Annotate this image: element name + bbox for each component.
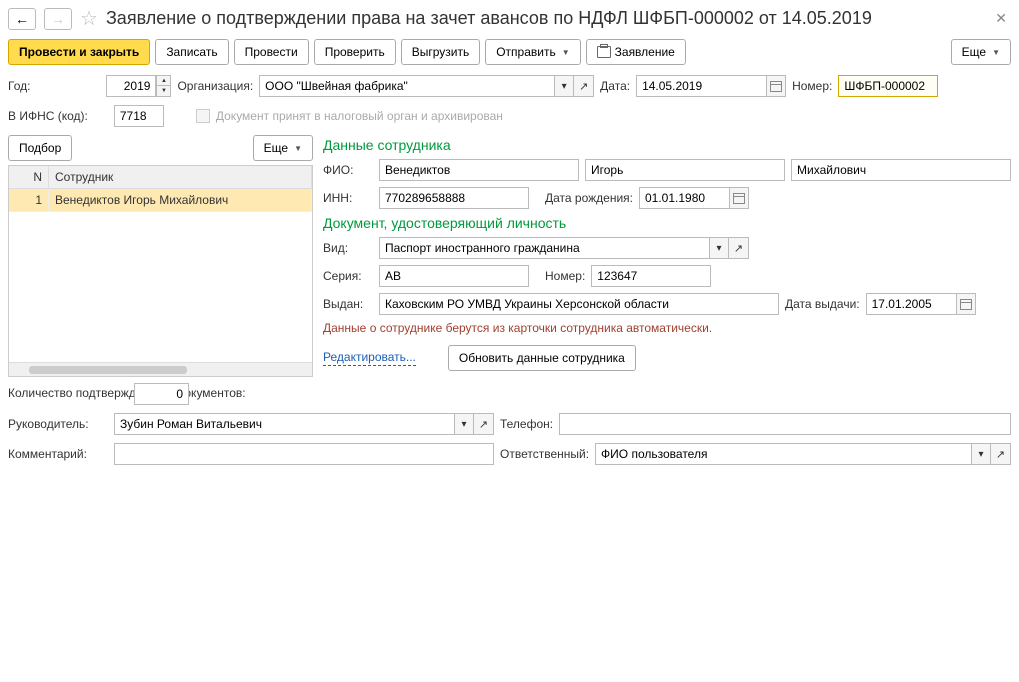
col-header-employee[interactable]: Сотрудник [49, 166, 312, 188]
doc-series-label: Серия: [323, 269, 373, 283]
archived-checkbox [196, 109, 210, 123]
horizontal-scrollbar[interactable] [9, 362, 312, 376]
nav-back-button[interactable]: ← [8, 8, 36, 30]
favorite-star-icon[interactable]: ☆ [80, 6, 98, 31]
date-input[interactable] [636, 75, 766, 97]
doc-issued-label: Выдан: [323, 297, 373, 311]
manager-open-button[interactable]: ↗ [474, 413, 494, 435]
doc-kind-dropdown-button[interactable]: ▾ [709, 237, 729, 259]
print-declaration-button[interactable]: Заявление [586, 39, 686, 65]
calendar-icon [960, 299, 972, 310]
firstname-input[interactable] [585, 159, 785, 181]
autodata-note: Данные о сотруднике берутся из карточки … [323, 321, 1011, 335]
ifns-input[interactable] [114, 105, 164, 127]
number-input[interactable] [838, 75, 938, 97]
doccount-label: Количество подтверждающих документов: [8, 386, 128, 402]
birth-label: Дата рождения: [545, 191, 633, 205]
save-button[interactable]: Записать [155, 39, 228, 65]
comment-input[interactable] [114, 443, 494, 465]
year-label: Год: [8, 79, 30, 93]
chevron-down-icon: ▼ [562, 48, 570, 57]
chevron-down-icon: ▼ [992, 48, 1000, 57]
open-icon: ↗ [479, 418, 488, 431]
manager-input[interactable] [114, 413, 454, 435]
doc-number-label: Номер: [545, 269, 585, 283]
open-icon: ↗ [579, 80, 588, 93]
middlename-input[interactable] [791, 159, 1011, 181]
check-button[interactable]: Проверить [314, 39, 396, 65]
send-button-label: Отправить [496, 45, 556, 59]
year-down-button[interactable]: ▼ [156, 86, 171, 97]
chevron-down-icon: ▼ [294, 144, 302, 153]
responsible-dropdown-button[interactable]: ▾ [971, 443, 991, 465]
date-label: Дата: [600, 79, 630, 93]
post-and-close-button[interactable]: Провести и закрыть [8, 39, 150, 65]
doc-issue-date-input[interactable] [866, 293, 956, 315]
doc-issue-date-label: Дата выдачи: [785, 297, 860, 311]
table-row[interactable]: 1 Венедиктов Игорь Михайлович [9, 189, 312, 212]
more-button-label: Еще [962, 45, 986, 59]
nav-forward-button[interactable]: → [44, 8, 72, 30]
print-declaration-label: Заявление [615, 45, 675, 59]
birth-input[interactable] [639, 187, 729, 209]
send-button[interactable]: Отправить ▼ [485, 39, 580, 65]
phone-label: Телефон: [500, 417, 553, 431]
date-calendar-button[interactable] [766, 75, 786, 97]
responsible-label: Ответственный: [500, 447, 589, 461]
year-up-button[interactable]: ▲ [156, 75, 171, 86]
row-employee: Венедиктов Игорь Михайлович [49, 189, 312, 211]
iddoc-section-title: Документ, удостоверяющий личность [323, 215, 1011, 231]
doccount-input[interactable] [134, 383, 189, 405]
fio-label: ФИО: [323, 163, 373, 177]
calendar-icon [770, 81, 782, 92]
lastname-input[interactable] [379, 159, 579, 181]
manager-label: Руководитель: [8, 417, 108, 431]
ifns-label: В ИФНС (код): [8, 109, 88, 123]
inn-input[interactable] [379, 187, 529, 209]
post-button[interactable]: Провести [234, 39, 309, 65]
org-input[interactable] [259, 75, 554, 97]
org-label: Организация: [177, 79, 253, 93]
open-icon: ↗ [996, 448, 1005, 461]
doc-kind-open-button[interactable]: ↗ [729, 237, 749, 259]
responsible-input[interactable] [595, 443, 971, 465]
inn-label: ИНН: [323, 191, 373, 205]
employees-grid[interactable]: N Сотрудник 1 Венедиктов Игорь Михайлови… [8, 165, 313, 377]
col-header-number[interactable]: N [9, 166, 49, 188]
org-open-button[interactable]: ↗ [574, 75, 594, 97]
calendar-icon [733, 193, 745, 204]
row-number: 1 [9, 189, 49, 211]
edit-link[interactable]: Редактировать... [323, 350, 416, 366]
more-button[interactable]: Еще ▼ [951, 39, 1011, 65]
manager-dropdown-button[interactable]: ▾ [454, 413, 474, 435]
pick-button[interactable]: Подбор [8, 135, 72, 161]
open-icon: ↗ [734, 242, 743, 255]
comment-label: Комментарий: [8, 447, 108, 461]
responsible-open-button[interactable]: ↗ [991, 443, 1011, 465]
phone-input[interactable] [559, 413, 1011, 435]
doc-kind-label: Вид: [323, 241, 373, 255]
birth-calendar-button[interactable] [729, 187, 749, 209]
year-input[interactable] [106, 75, 156, 97]
refresh-employee-button[interactable]: Обновить данные сотрудника [448, 345, 636, 371]
doc-kind-input[interactable] [379, 237, 709, 259]
window-title: Заявление о подтверждении права на зачет… [106, 8, 983, 29]
org-dropdown-button[interactable]: ▾ [554, 75, 574, 97]
number-label: Номер: [792, 79, 832, 93]
export-button[interactable]: Выгрузить [401, 39, 481, 65]
doc-series-input[interactable] [379, 265, 529, 287]
grid-more-button[interactable]: Еще ▼ [253, 135, 313, 161]
doc-issued-input[interactable] [379, 293, 779, 315]
printer-icon [597, 46, 611, 58]
doc-issue-date-calendar-button[interactable] [956, 293, 976, 315]
close-icon[interactable]: ✕ [991, 8, 1011, 29]
grid-more-label: Еще [264, 141, 288, 155]
doc-number-input[interactable] [591, 265, 711, 287]
archived-label: Документ принят в налоговый орган и архи… [216, 109, 503, 123]
employee-section-title: Данные сотрудника [323, 137, 1011, 153]
